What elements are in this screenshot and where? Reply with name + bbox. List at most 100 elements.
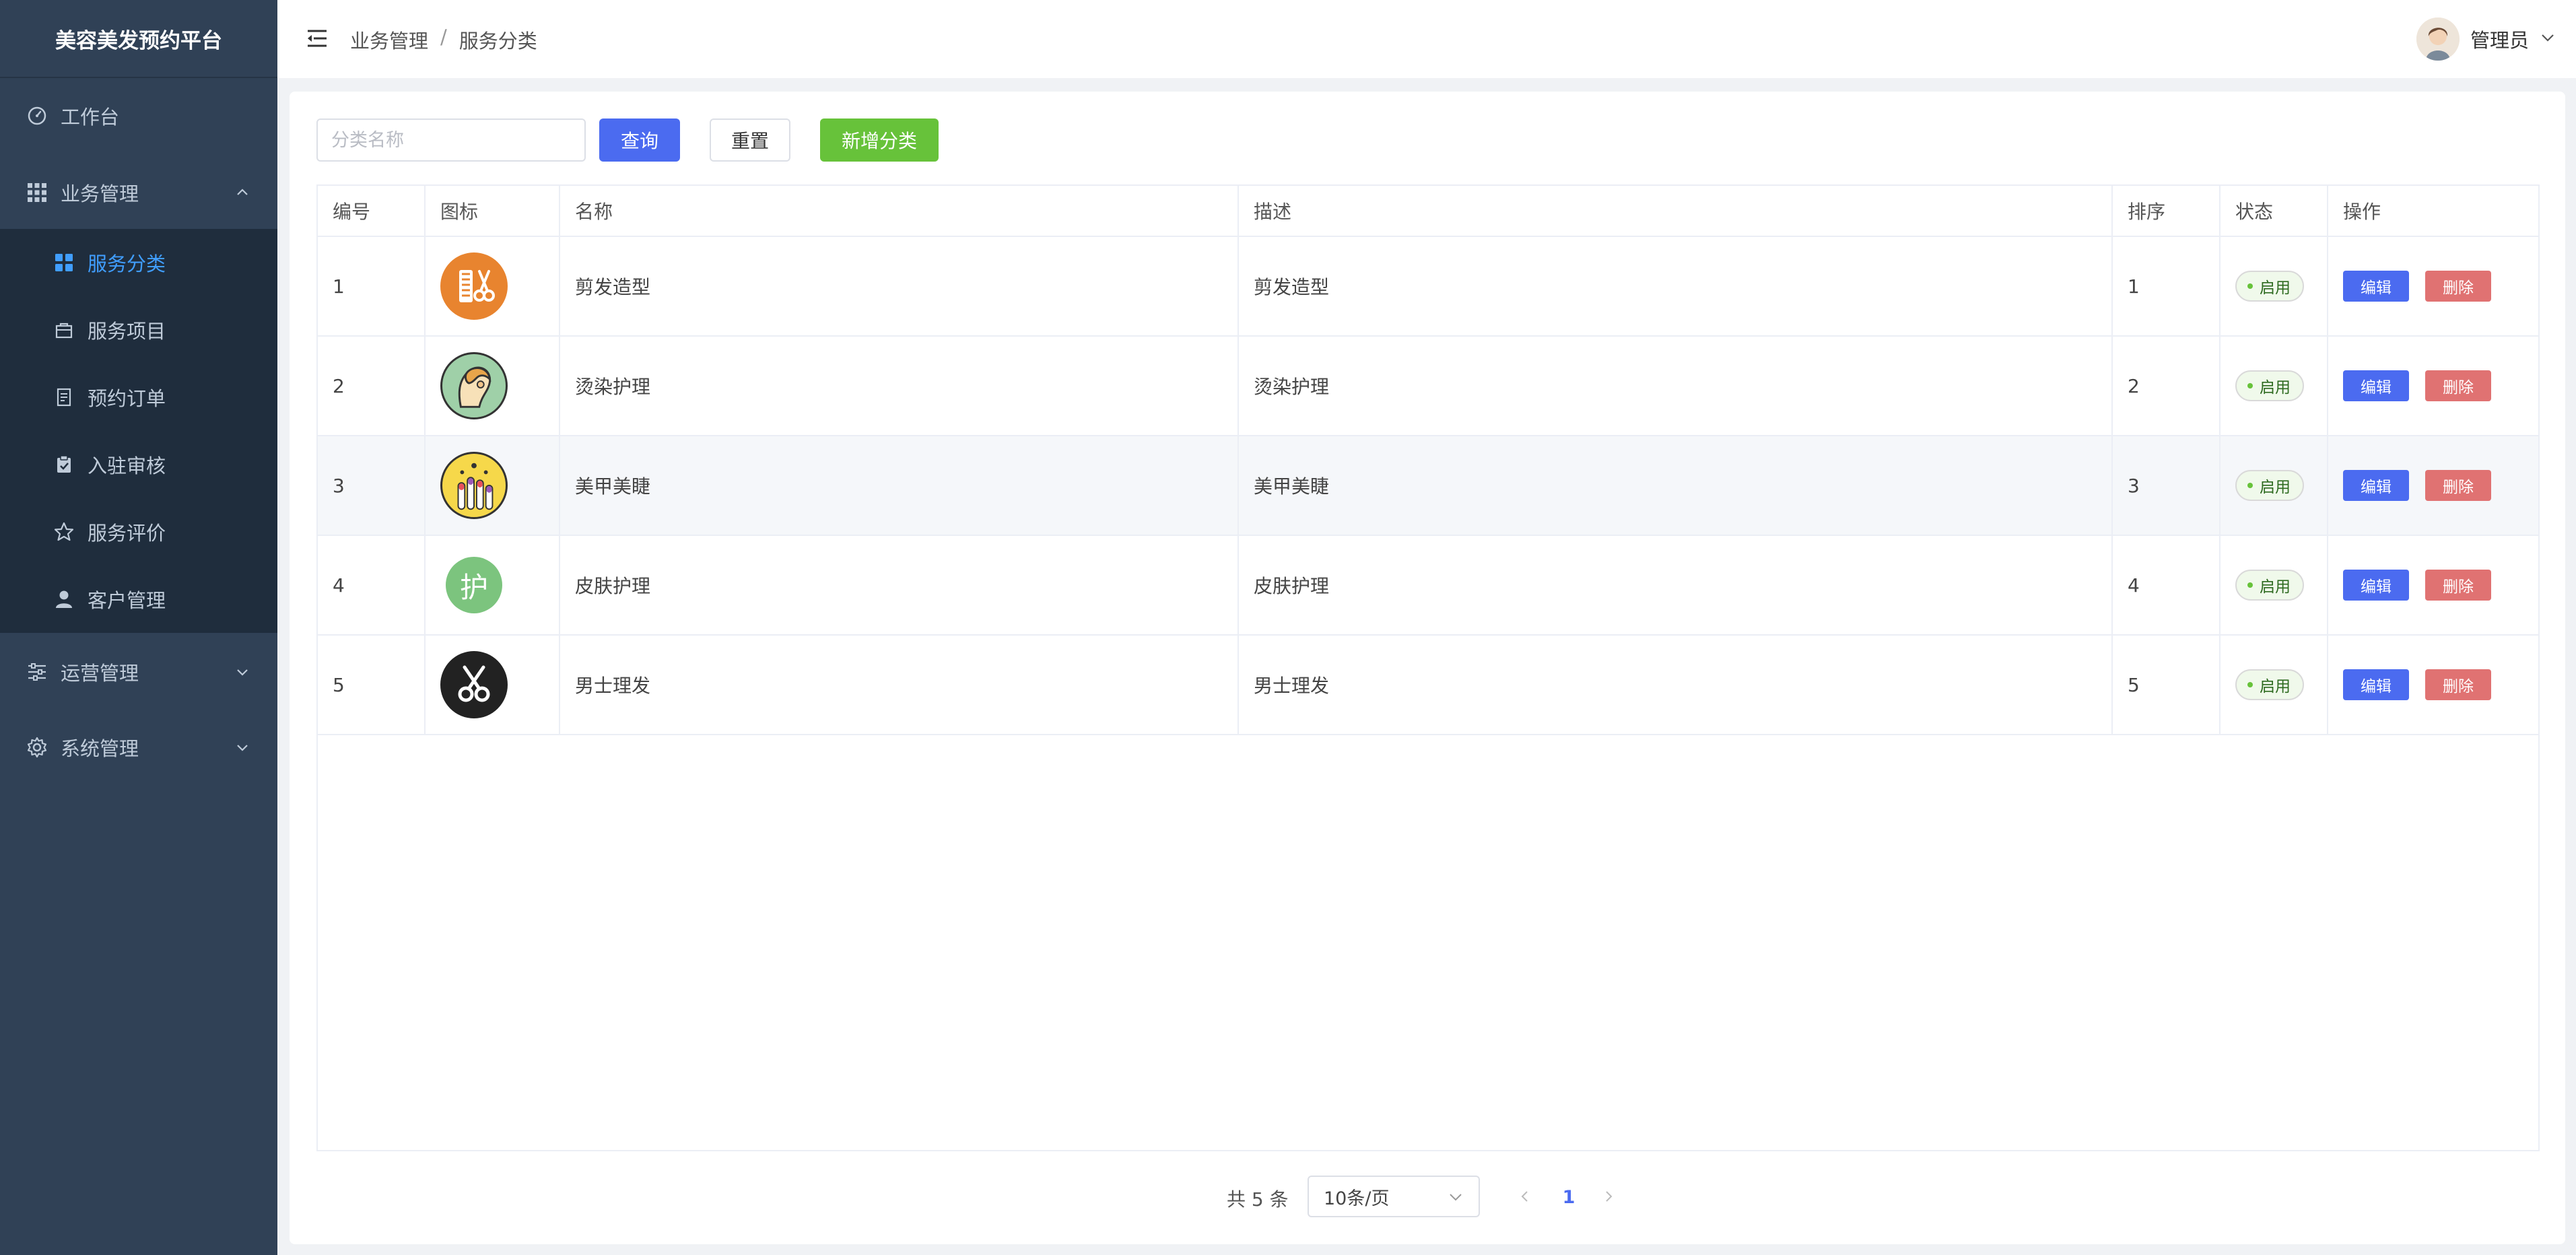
cell-id: 3 xyxy=(318,436,426,535)
status-badge: 启用 xyxy=(2235,370,2304,401)
status-badge: 启用 xyxy=(2235,570,2304,601)
cell-actions: 编辑 删除 xyxy=(2328,536,2538,634)
cell-id: 5 xyxy=(318,636,426,734)
cell-status: 启用 xyxy=(2221,337,2328,435)
cell-name: 剪发造型 xyxy=(560,237,1239,335)
menu-system-label: 系统管理 xyxy=(61,737,139,760)
top-header: 业务管理 / 服务分类 管理员 xyxy=(277,0,2576,78)
menu-business[interactable]: 业务管理 xyxy=(0,166,277,219)
table-row[interactable]: 5 男士理发 男士理发 5 启用 编辑 删除 xyxy=(318,636,2538,735)
cell-description: 男士理发 xyxy=(1239,636,2113,734)
breadcrumb-item-current: 服务分类 xyxy=(459,30,537,53)
table-row[interactable]: 3 美甲美睫 美甲美睫 3 启用 编辑 删除 xyxy=(318,436,2538,536)
delete-button[interactable]: 删除 xyxy=(2425,570,2491,601)
brand-title: 美容美发预约平台 xyxy=(0,0,277,78)
page-size-select[interactable]: 10条/页 xyxy=(1308,1176,1480,1217)
category-table: 编号 图标 名称 描述 排序 状态 操作 1 剪发造型 剪发造型 1 启用 编辑… xyxy=(316,184,2540,1151)
sidebar-item-onboarding-review[interactable]: 入驻审核 xyxy=(0,438,277,491)
cell-name: 美甲美睫 xyxy=(560,436,1239,535)
status-label: 启用 xyxy=(2260,678,2291,696)
prev-page-icon[interactable] xyxy=(1515,1186,1535,1207)
sidebar-item-customer-management[interactable]: 客户管理 xyxy=(0,572,277,626)
category-name-search-input[interactable] xyxy=(316,118,586,162)
column-header-status: 状态 xyxy=(2221,186,2328,237)
cell-actions: 编辑 删除 xyxy=(2328,237,2538,335)
comb-scissors-icon xyxy=(440,252,508,320)
table-row[interactable]: 4 护 皮肤护理 皮肤护理 4 启用 编辑 删除 xyxy=(318,536,2538,636)
cell-description: 烫染护理 xyxy=(1239,337,2113,435)
breadcrumb-separator: / xyxy=(440,26,447,48)
add-category-button[interactable]: 新增分类 xyxy=(820,118,939,162)
table-row[interactable]: 2 烫染护理 烫染护理 2 启用 编辑 删除 xyxy=(318,337,2538,436)
cell-sort: 4 xyxy=(2113,536,2221,634)
sidebar-item-label: 客户管理 xyxy=(88,589,166,612)
page-number-current[interactable]: 1 xyxy=(1554,1184,1584,1211)
chevron-up-icon xyxy=(234,184,250,201)
cell-description: 皮肤护理 xyxy=(1239,536,2113,634)
chevron-down-icon xyxy=(234,739,250,755)
delete-button[interactable]: 删除 xyxy=(2425,370,2491,401)
cell-name: 烫染护理 xyxy=(560,337,1239,435)
table-row[interactable]: 1 剪发造型 剪发造型 1 启用 编辑 删除 xyxy=(318,237,2538,337)
query-button[interactable]: 查询 xyxy=(599,118,680,162)
cell-id: 2 xyxy=(318,337,426,435)
column-header-name: 名称 xyxy=(560,186,1239,237)
sidebar-item-booking-orders[interactable]: 预约订单 xyxy=(0,370,277,424)
column-header-icon: 图标 xyxy=(426,186,560,237)
cell-description: 美甲美睫 xyxy=(1239,436,2113,535)
edit-button[interactable]: 编辑 xyxy=(2343,470,2409,501)
menu-fold-icon[interactable] xyxy=(306,27,330,51)
sidebar-item-service-project[interactable]: 服务项目 xyxy=(0,303,277,357)
next-page-icon[interactable] xyxy=(1598,1186,1619,1207)
sidebar: 美容美发预约平台 工作台 业务管理 服务分类 服务项目 预约订单 入驻审核 服务… xyxy=(0,0,277,1255)
user-icon xyxy=(53,588,75,611)
sidebar-item-service-review[interactable]: 服务评价 xyxy=(0,505,277,559)
sidebar-item-service-category[interactable]: 服务分类 xyxy=(0,236,277,290)
status-dot-icon xyxy=(2247,582,2253,588)
apps-grid-icon xyxy=(26,181,48,204)
delete-button[interactable]: 删除 xyxy=(2425,271,2491,302)
delete-button[interactable]: 删除 xyxy=(2425,669,2491,700)
cell-id: 1 xyxy=(318,237,426,335)
menu-business-label: 业务管理 xyxy=(61,182,139,205)
cell-actions: 编辑 删除 xyxy=(2328,636,2538,734)
cell-name: 皮肤护理 xyxy=(560,536,1239,634)
cell-name: 男士理发 xyxy=(560,636,1239,734)
avatar xyxy=(2416,18,2460,61)
nail-polish-icon xyxy=(440,452,508,519)
menu-operations[interactable]: 运营管理 xyxy=(0,645,277,699)
breadcrumb-item-business[interactable]: 业务管理 xyxy=(350,26,428,54)
breadcrumb: 业务管理 / 服务分类 xyxy=(350,26,537,54)
edit-button[interactable]: 编辑 xyxy=(2343,570,2409,601)
care-badge-text: 护 xyxy=(446,557,502,613)
care-badge-icon: 护 xyxy=(440,551,508,619)
grid-icon xyxy=(53,251,75,274)
cell-icon xyxy=(426,337,560,435)
menu-workbench[interactable]: 工作台 xyxy=(0,89,277,143)
edit-button[interactable]: 编辑 xyxy=(2343,370,2409,401)
chevron-down-icon xyxy=(234,664,250,680)
column-header-actions: 操作 xyxy=(2328,186,2538,237)
cell-icon xyxy=(426,436,560,535)
cell-icon: 护 xyxy=(426,536,560,634)
sidebar-item-label: 入驻审核 xyxy=(88,454,166,477)
chevron-down-icon xyxy=(2540,28,2556,50)
sidebar-item-label: 服务评价 xyxy=(88,522,166,545)
status-badge: 启用 xyxy=(2235,271,2304,302)
reset-button[interactable]: 重置 xyxy=(710,118,790,162)
edit-button[interactable]: 编辑 xyxy=(2343,669,2409,700)
cell-status: 启用 xyxy=(2221,237,2328,335)
status-dot-icon xyxy=(2247,383,2253,388)
cell-actions: 编辑 删除 xyxy=(2328,337,2538,435)
menu-system[interactable]: 系统管理 xyxy=(0,720,277,774)
pagination: 共 5 条 10条/页 1 xyxy=(290,1176,2565,1219)
sidebar-item-label: 服务项目 xyxy=(88,320,166,343)
cell-status: 启用 xyxy=(2221,536,2328,634)
dashboard-icon xyxy=(26,104,48,127)
user-menu[interactable]: 管理员 xyxy=(2416,15,2556,63)
status-badge: 启用 xyxy=(2235,470,2304,501)
cell-id: 4 xyxy=(318,536,426,634)
delete-button[interactable]: 删除 xyxy=(2425,470,2491,501)
edit-button[interactable]: 编辑 xyxy=(2343,271,2409,302)
cell-actions: 编辑 删除 xyxy=(2328,436,2538,535)
